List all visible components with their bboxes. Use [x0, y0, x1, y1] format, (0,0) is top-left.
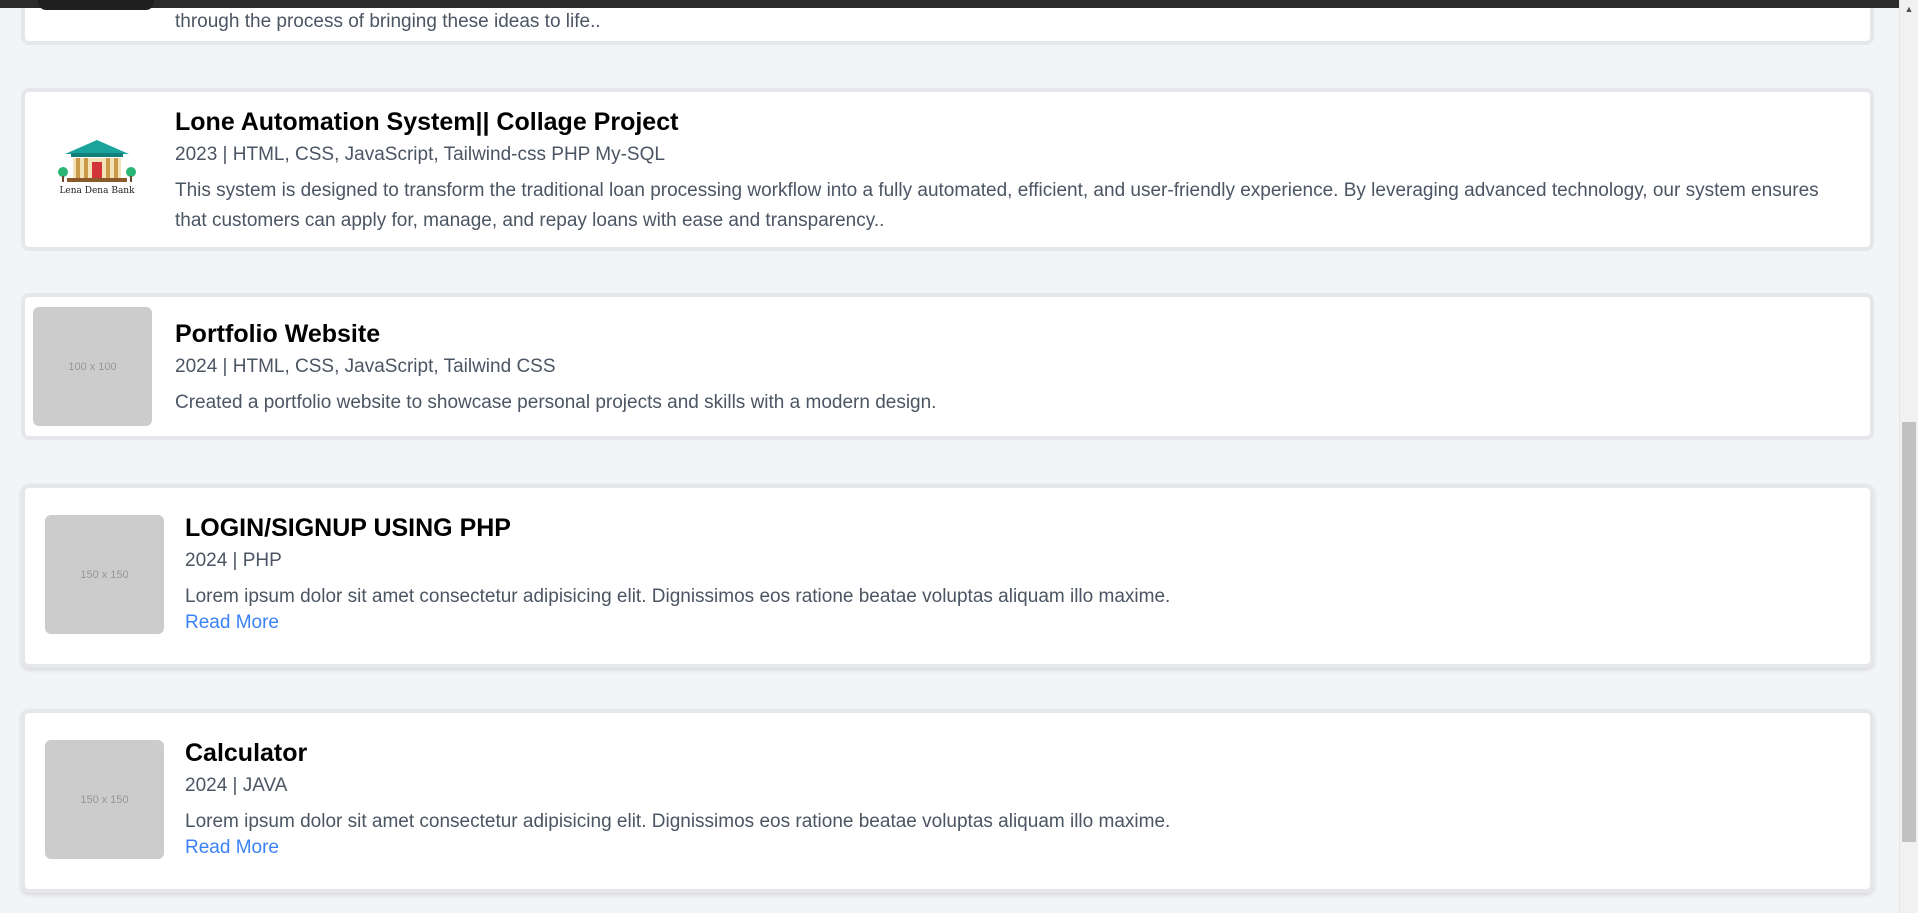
read-more-link[interactable]: Read More	[185, 612, 279, 634]
project-card-loan-automation: Lena Dena Bank Lone Automation System|| …	[21, 88, 1874, 251]
read-more-link[interactable]: Read More	[185, 837, 279, 859]
project-meta: 2023 | HTML, CSS, JavaScript, Tailwind-c…	[175, 144, 665, 165]
browser-tab-edge	[38, 0, 154, 10]
bank-logo-caption: Lena Dena Bank	[59, 186, 135, 196]
project-meta: 2024 | PHP	[185, 550, 282, 571]
project-description: This system is designed to transform the…	[175, 180, 1819, 231]
project-meta: 2024 | HTML, CSS, JavaScript, Tailwind C…	[175, 356, 556, 377]
project-thumbnail: 150 x 150	[45, 515, 164, 634]
project-card-calculator: 150 x 150 Calculator 2024 | JAVA Lorem i…	[21, 709, 1874, 893]
project-description: through the process of bringing these id…	[175, 11, 601, 32]
project-title: Lone Automation System|| Collage Project	[175, 108, 679, 136]
browser-top-bar	[0, 0, 1900, 10]
vertical-scrollbar[interactable]: ▲	[1899, 0, 1918, 913]
page-viewport: through the process of bringing these id…	[0, 0, 1918, 913]
project-description: Lorem ipsum dolor sit amet consectetur a…	[185, 811, 1171, 832]
project-card-login-signup: 150 x 150 LOGIN/SIGNUP USING PHP 2024 | …	[21, 484, 1874, 668]
bank-logo: Lena Dena Bank	[57, 136, 137, 200]
caret-up-icon[interactable]: ▲	[1900, 0, 1918, 18]
project-thumbnail: 150 x 150	[45, 740, 164, 859]
project-title: LOGIN/SIGNUP USING PHP	[185, 514, 511, 542]
project-thumbnail: 100 x 100	[33, 307, 152, 426]
project-title: Portfolio Website	[175, 320, 381, 348]
project-description: Created a portfolio website to showcase …	[175, 392, 937, 413]
scrollbar-thumb[interactable]	[1902, 422, 1916, 842]
project-card-portfolio-website: 100 x 100 Portfolio Website 2024 | HTML,…	[21, 293, 1874, 440]
project-meta: 2024 | JAVA	[185, 775, 288, 796]
bank-building-icon	[58, 140, 136, 182]
project-description: Lorem ipsum dolor sit amet consectetur a…	[185, 586, 1171, 607]
project-title: Calculator	[185, 739, 308, 767]
